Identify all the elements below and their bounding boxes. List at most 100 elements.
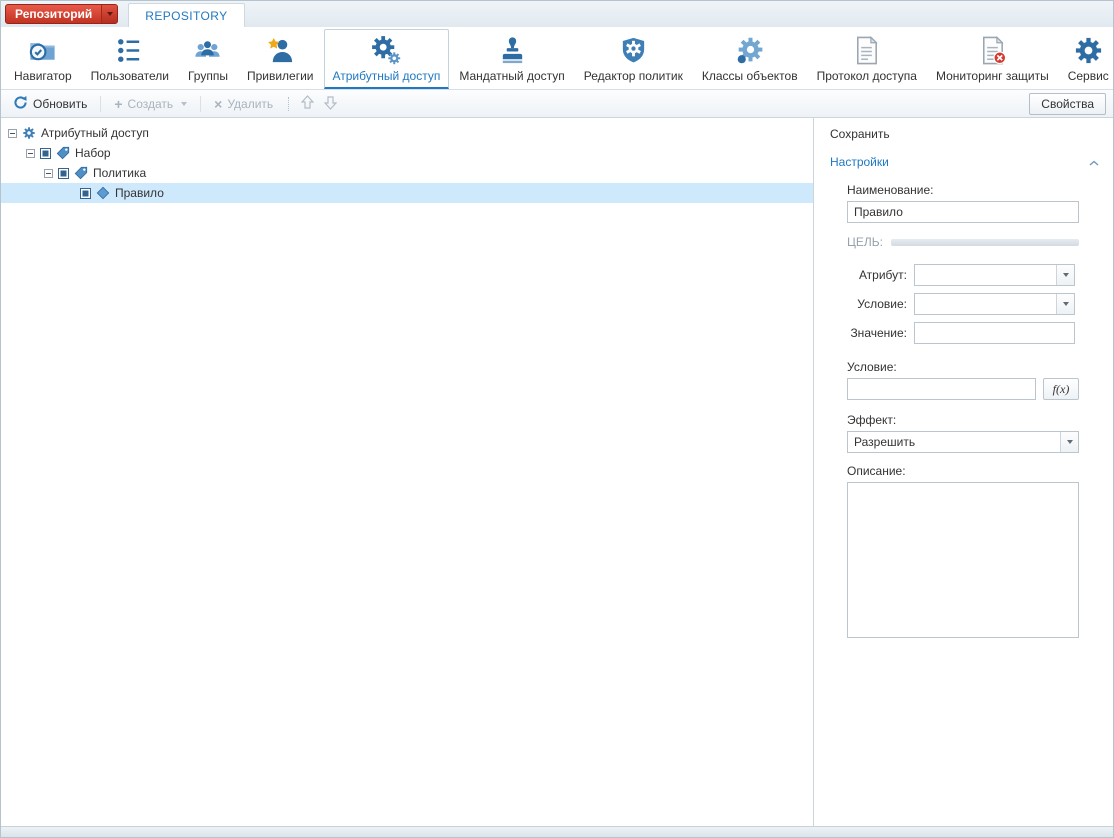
collapse-chevron-icon[interactable] xyxy=(1089,155,1099,169)
ribbon-item-label: Редактор политик xyxy=(584,69,683,83)
tree-checkbox[interactable] xyxy=(40,148,51,159)
groups-icon xyxy=(192,33,223,68)
diamond-icon xyxy=(96,186,110,200)
tree-expander[interactable] xyxy=(44,169,53,178)
settings-section-header[interactable]: Настройки xyxy=(814,146,1113,177)
users-icon xyxy=(114,33,145,68)
ribbon-item-users[interactable]: Пользователи xyxy=(82,29,178,89)
tree-checkbox[interactable] xyxy=(80,188,91,199)
value-input[interactable] xyxy=(914,322,1075,344)
tree-expander[interactable] xyxy=(26,149,35,158)
attribute-dropdown[interactable] xyxy=(914,264,1075,286)
tree-expander[interactable] xyxy=(8,129,17,138)
navigator-icon xyxy=(27,33,58,68)
target-separator: ЦЕЛЬ: xyxy=(847,235,1079,249)
tree-row-label: Политика xyxy=(93,166,146,180)
gear-icon xyxy=(22,126,36,140)
name-input[interactable] xyxy=(847,201,1079,223)
privileges-icon xyxy=(265,33,296,68)
save-button[interactable]: Сохранить xyxy=(830,127,890,141)
move-up-button[interactable] xyxy=(297,93,318,115)
refresh-label: Обновить xyxy=(33,97,87,111)
delete-icon: × xyxy=(214,97,222,111)
tab-repository[interactable]: REPOSITORY xyxy=(128,3,244,27)
effect-label: Эффект: xyxy=(847,413,1079,427)
ribbon-item-policy-editor[interactable]: Редактор политик xyxy=(575,29,692,89)
ribbon-item-mandatory-access[interactable]: Мандатный доступ xyxy=(450,29,573,89)
ribbon-item-groups[interactable]: Группы xyxy=(179,29,237,89)
properties-button[interactable]: Свойства xyxy=(1029,93,1106,115)
ribbon-item-privileges[interactable]: Привилегии xyxy=(238,29,323,89)
ribbon-item-security-monitoring[interactable]: Мониторинг защиты xyxy=(927,29,1058,89)
refresh-icon xyxy=(13,95,28,113)
move-down-icon xyxy=(324,95,337,113)
attribute-access-icon xyxy=(371,33,402,68)
security-monitoring-icon xyxy=(977,33,1008,68)
tree-row-label: Набор xyxy=(75,146,111,160)
delete-button[interactable]: × Удалить xyxy=(207,94,280,114)
ribbon-item-label: Сервис xyxy=(1068,69,1109,83)
toolbar-separator xyxy=(200,96,201,112)
object-classes-icon xyxy=(734,33,765,68)
ribbon-item-navigator[interactable]: Навигатор xyxy=(5,29,81,89)
mandatory-access-icon xyxy=(497,33,528,68)
panel-toolbar: Сохранить xyxy=(814,118,1113,146)
chevron-down-icon xyxy=(181,102,187,106)
ribbon-item-attribute-access[interactable]: Атрибутный доступ xyxy=(324,29,450,89)
create-button[interactable]: + Создать xyxy=(107,94,194,114)
effect-dropdown-value: Разрешить xyxy=(848,432,1060,452)
target-separator-bar xyxy=(891,239,1079,246)
tree-row-policy[interactable]: Политика xyxy=(1,163,813,183)
tab-repository-label: REPOSITORY xyxy=(145,9,227,23)
ribbon-item-label: Мандатный доступ xyxy=(459,69,564,83)
action-toolbar: Обновить + Создать × Удалить Свойства xyxy=(1,90,1113,118)
chevron-down-icon[interactable] xyxy=(101,5,117,23)
ribbon-item-label: Привилегии xyxy=(247,69,314,83)
dropdown-arrow-icon[interactable] xyxy=(1056,294,1074,314)
tree-checkbox[interactable] xyxy=(58,168,69,179)
ribbon-item-label: Атрибутный доступ xyxy=(333,69,441,83)
tree-row-label: Правило xyxy=(115,186,164,200)
dropdown-arrow-icon[interactable] xyxy=(1056,265,1074,285)
plus-icon: + xyxy=(114,97,122,111)
ribbon-item-service[interactable]: Сервис xyxy=(1059,29,1114,89)
ribbon: Навигатор Пользователи Группы xyxy=(1,27,1113,90)
condition-expression-input[interactable] xyxy=(847,378,1036,400)
tree-row-rule[interactable]: Правило xyxy=(1,183,813,203)
delete-label: Удалить xyxy=(227,97,273,111)
ribbon-item-label: Группы xyxy=(188,69,228,83)
window-tab-bar: Репозиторий REPOSITORY xyxy=(1,1,1113,27)
tag-icon xyxy=(56,146,70,160)
condition-expression-label: Условие: xyxy=(847,360,1079,374)
status-bar xyxy=(1,826,1113,837)
fx-button[interactable]: f(x) xyxy=(1043,378,1079,400)
toolbar-separator-dotted xyxy=(288,97,289,111)
access-protocol-icon xyxy=(851,33,882,68)
target-label: ЦЕЛЬ: xyxy=(847,235,883,249)
value-label: Значение: xyxy=(847,326,907,340)
refresh-button[interactable]: Обновить xyxy=(6,92,94,116)
tree-row-attribute-access[interactable]: Атрибутный доступ xyxy=(1,123,813,143)
ribbon-item-label: Пользователи xyxy=(91,69,169,83)
description-label: Описание: xyxy=(847,464,1079,478)
repository-menu-button[interactable]: Репозиторий xyxy=(5,4,118,24)
tree-row-label: Атрибутный доступ xyxy=(41,126,149,140)
ribbon-item-label: Навигатор xyxy=(14,69,72,83)
dropdown-arrow-icon[interactable] xyxy=(1060,432,1078,452)
attribute-label: Атрибут: xyxy=(847,268,907,282)
properties-panel: Сохранить Настройки Наименование: ЦЕЛЬ: … xyxy=(813,118,1113,826)
tree-row-set[interactable]: Набор xyxy=(1,143,813,163)
move-down-button[interactable] xyxy=(320,93,341,115)
service-icon xyxy=(1073,33,1104,68)
create-label: Создать xyxy=(128,97,174,111)
effect-dropdown[interactable]: Разрешить xyxy=(847,431,1079,453)
policy-editor-icon xyxy=(618,33,649,68)
tree-panel: Атрибутный доступ Набор Политика Правило xyxy=(1,118,813,826)
ribbon-item-access-protocol[interactable]: Протокол доступа xyxy=(808,29,926,89)
properties-label: Свойства xyxy=(1041,97,1094,111)
description-textarea[interactable] xyxy=(847,482,1079,638)
attribute-dropdown-value xyxy=(915,265,1056,285)
move-up-icon xyxy=(301,95,314,113)
condition-dropdown[interactable] xyxy=(914,293,1075,315)
ribbon-item-object-classes[interactable]: Классы объектов xyxy=(693,29,807,89)
